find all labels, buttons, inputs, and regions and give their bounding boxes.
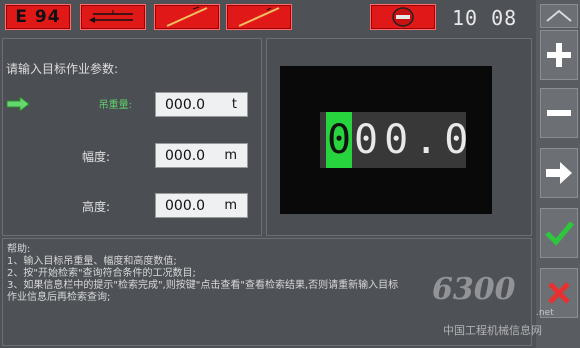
stop-button[interactable] xyxy=(370,4,436,30)
readout-digits: 00.0 xyxy=(354,117,475,163)
input-prompt: 请输入目标作业参数: xyxy=(6,62,119,76)
boom-up-icon xyxy=(166,6,208,27)
height-label: 高度: xyxy=(81,200,110,214)
cursor-digit: 0 xyxy=(326,112,352,168)
load-weight-value: 000.0 xyxy=(165,97,206,113)
confirm-button[interactable] xyxy=(540,208,578,258)
minus-icon xyxy=(547,110,571,116)
load-weight-field[interactable]: 000.0 t xyxy=(155,92,248,117)
height-unit: m xyxy=(224,198,237,213)
arrow-right-icon xyxy=(546,162,572,184)
radius-unit: m xyxy=(224,148,237,163)
crane-controller-screen: E 94 10 08 请输入目标作业参数: 吊重量: 000.0 t 幅度: 0… xyxy=(0,0,580,348)
boom-angle-button[interactable] xyxy=(154,4,220,30)
fault-code-button[interactable]: E 94 xyxy=(5,4,71,30)
side-top-button[interactable] xyxy=(540,4,578,28)
height-field[interactable]: 000.0 m xyxy=(155,193,248,218)
active-field-arrow-icon xyxy=(6,95,30,115)
boom-extend-button[interactable] xyxy=(226,4,292,30)
load-weight-unit: t xyxy=(231,97,237,112)
decrement-button[interactable] xyxy=(540,88,578,138)
plus-icon xyxy=(547,43,571,67)
numeric-readout: 0 00.0 xyxy=(320,112,468,168)
watermark-caption: 中国工程机械信息网 xyxy=(443,324,542,337)
boom-extend-icon xyxy=(238,7,280,27)
watermark-logo: 6300 xyxy=(432,272,516,307)
watermark-domain: .net xyxy=(536,308,554,318)
hoist-limit-icon xyxy=(89,10,133,23)
radius-field[interactable]: 000.0 m xyxy=(155,143,248,168)
chevron-up-icon xyxy=(546,9,572,22)
next-field-button[interactable] xyxy=(540,148,578,198)
height-value: 000.0 xyxy=(165,198,206,214)
radius-value: 000.0 xyxy=(165,148,206,164)
load-weight-label: 吊重量: xyxy=(98,100,132,111)
stop-sign-icon xyxy=(392,7,414,27)
hoist-limit-button[interactable] xyxy=(80,4,146,30)
checkmark-icon xyxy=(545,221,574,246)
help-line: 作业信息后再检索查询; xyxy=(7,292,111,303)
increment-button[interactable] xyxy=(540,30,578,80)
clock: 10 08 xyxy=(452,6,518,30)
radius-label: 幅度: xyxy=(81,150,110,164)
